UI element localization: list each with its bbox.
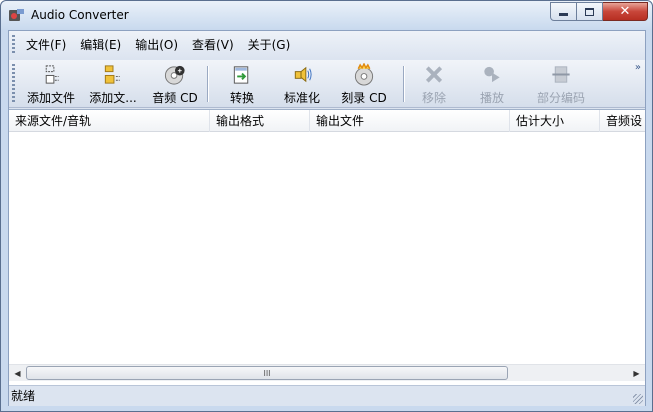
play-label: 播放 bbox=[479, 91, 504, 105]
convert-icon bbox=[233, 66, 249, 84]
add-file-icon bbox=[45, 65, 59, 84]
scroll-thumb[interactable]: III bbox=[26, 366, 508, 380]
scroll-grip-icon: III bbox=[263, 368, 271, 378]
caption-buttons: ✕ bbox=[550, 2, 648, 21]
title-bar[interactable]: Audio Converter ✕ bbox=[1, 1, 652, 30]
toolbar-grip[interactable] bbox=[12, 64, 15, 104]
window-title: Audio Converter bbox=[31, 8, 129, 22]
convert-label: 转换 bbox=[229, 91, 254, 105]
menu-about[interactable]: 关于(G) bbox=[241, 34, 298, 56]
audio-cd-label: 音频 CD bbox=[152, 91, 198, 105]
scroll-right-button[interactable]: ▶ bbox=[628, 365, 645, 382]
maximize-icon bbox=[585, 7, 594, 16]
client-area: 文件(F) 编辑(E) 输出(O) 查看(V) 关于(G) 添加文件 添加文..… bbox=[8, 30, 646, 406]
menu-bar: 文件(F) 编辑(E) 输出(O) 查看(V) 关于(G) bbox=[9, 31, 645, 59]
partial-encode-icon bbox=[552, 66, 570, 83]
toolbar-separator bbox=[207, 66, 208, 102]
column-output-format[interactable]: 输出格式 bbox=[210, 110, 310, 132]
add-file-button[interactable]: 添加文件 bbox=[23, 62, 79, 106]
app-window: Audio Converter ✕ 文件(F) 编辑(E) 输出(O) 查看(V… bbox=[0, 0, 653, 412]
audio-cd-icon bbox=[164, 65, 185, 85]
normalize-label: 标准化 bbox=[283, 91, 320, 105]
close-button[interactable]: ✕ bbox=[603, 2, 648, 21]
convert-button[interactable]: 转换 bbox=[216, 62, 268, 106]
toolbar-separator bbox=[403, 66, 404, 102]
remove-icon bbox=[425, 66, 443, 83]
normalize-button[interactable]: 标准化 bbox=[277, 62, 327, 106]
audio-cd-button[interactable]: 音频 CD bbox=[145, 62, 205, 106]
scroll-left-button[interactable]: ◀ bbox=[9, 365, 26, 382]
toolbar-overflow-icon[interactable]: » bbox=[635, 62, 641, 73]
horizontal-scrollbar[interactable]: ◀ III ▶ bbox=[9, 364, 645, 381]
menu-output[interactable]: 输出(O) bbox=[128, 34, 185, 56]
partial-encode-label: 部分编码 bbox=[536, 91, 585, 105]
minimize-button[interactable] bbox=[550, 2, 577, 21]
minimize-icon bbox=[559, 13, 568, 16]
maximize-button[interactable] bbox=[577, 2, 603, 21]
list-header: 来源文件/音轨 输出格式 输出文件 估计大小 音频设 bbox=[9, 110, 645, 132]
partial-encode-button[interactable]: 部分编码 bbox=[529, 62, 593, 106]
file-list[interactable]: 来源文件/音轨 输出格式 输出文件 估计大小 音频设 ◀ III ▶ bbox=[9, 109, 645, 385]
burn-cd-label: 刻录 CD bbox=[341, 91, 387, 105]
column-source[interactable]: 来源文件/音轨 bbox=[9, 110, 210, 132]
menu-edit[interactable]: 编辑(E) bbox=[73, 34, 128, 56]
remove-label: 移除 bbox=[421, 91, 446, 105]
status-bar: 就绪 bbox=[9, 385, 645, 406]
menu-grip[interactable] bbox=[12, 35, 15, 55]
normalize-icon bbox=[294, 66, 312, 83]
menu-view[interactable]: 查看(V) bbox=[185, 34, 241, 56]
column-output-file[interactable]: 输出文件 bbox=[310, 110, 510, 132]
menu-file[interactable]: 文件(F) bbox=[19, 34, 73, 56]
app-icon bbox=[9, 9, 24, 21]
add-folder-button[interactable]: 添加文... bbox=[85, 62, 141, 106]
add-folder-icon bbox=[104, 65, 120, 84]
toolbar: 添加文件 添加文... 音频 CD 转换 标准化 刻录 CD 移除 播放 部分编… bbox=[9, 60, 645, 108]
play-icon bbox=[484, 66, 500, 83]
add-folder-label: 添加文... bbox=[89, 91, 137, 105]
burn-cd-icon bbox=[354, 63, 374, 86]
burn-cd-button[interactable]: 刻录 CD bbox=[335, 62, 393, 106]
status-text: 就绪 bbox=[11, 389, 36, 403]
remove-button[interactable]: 移除 bbox=[413, 62, 455, 106]
play-button[interactable]: 播放 bbox=[471, 62, 513, 106]
column-audio-settings[interactable]: 音频设 bbox=[600, 110, 645, 132]
column-estimated-size[interactable]: 估计大小 bbox=[510, 110, 600, 132]
resize-grip[interactable] bbox=[633, 394, 643, 404]
add-file-label: 添加文件 bbox=[26, 91, 75, 105]
